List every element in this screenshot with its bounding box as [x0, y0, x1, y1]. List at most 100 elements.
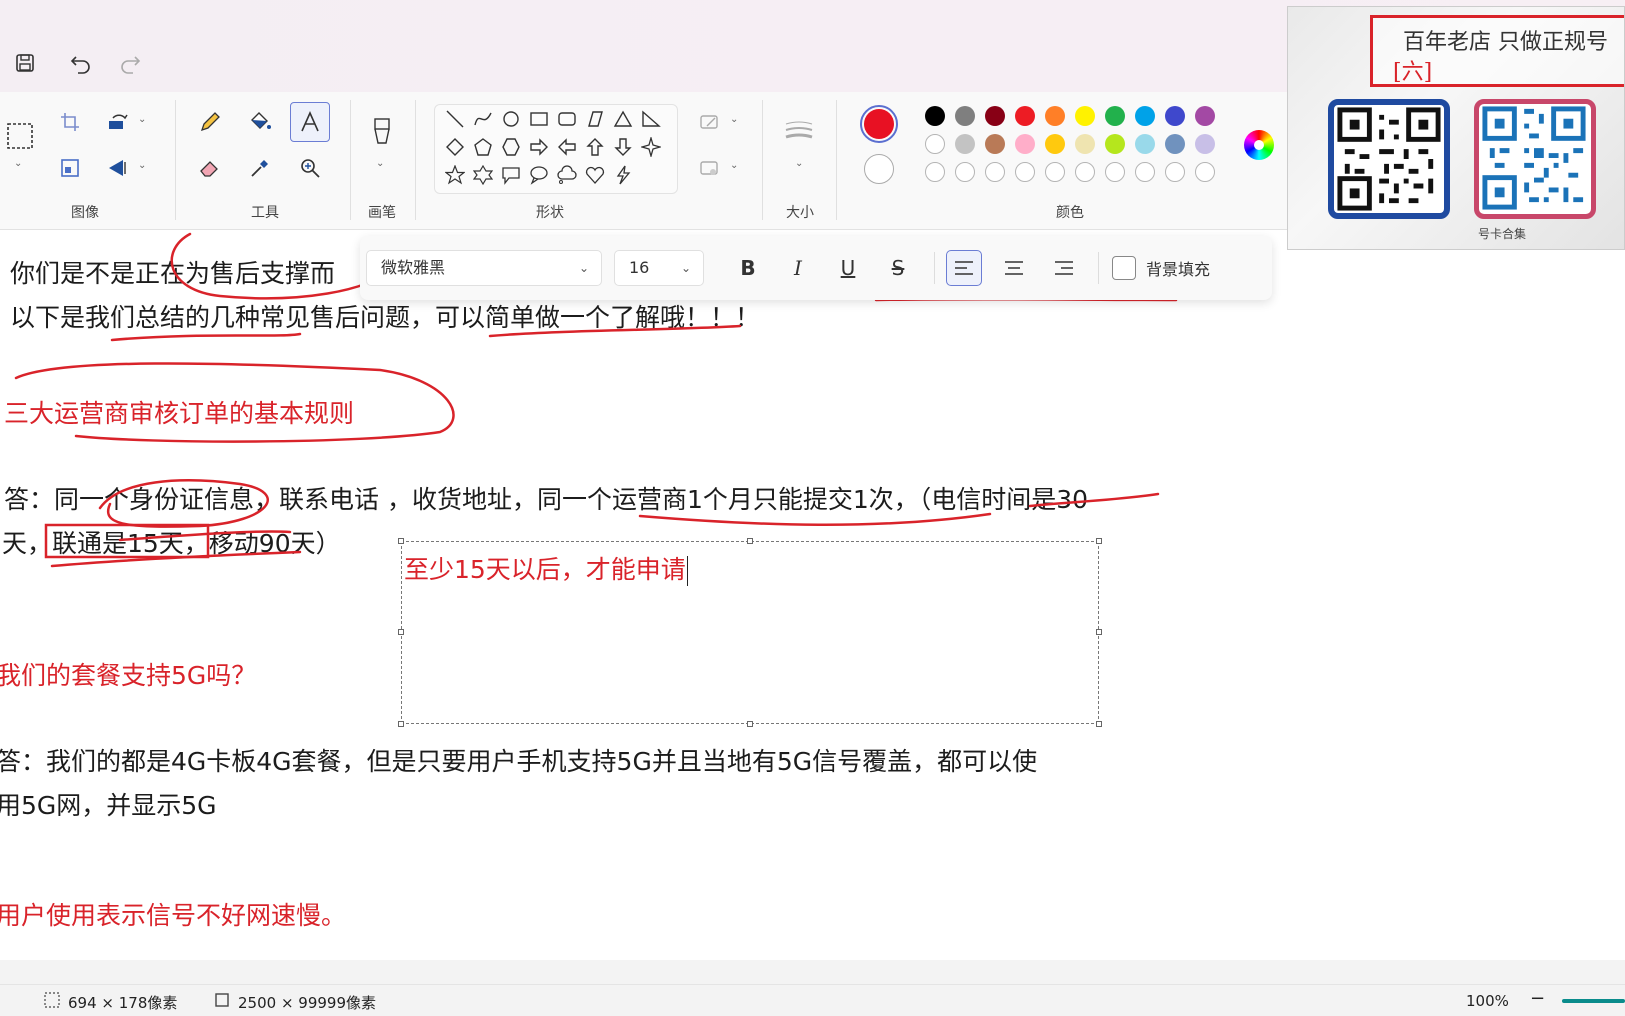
chevron-down-icon[interactable]: ⌄ — [730, 160, 738, 171]
bold-button[interactable]: B — [730, 250, 766, 286]
star5-shape-icon[interactable] — [443, 163, 467, 187]
rotate-icon[interactable] — [102, 106, 134, 138]
oval-shape-icon[interactable] — [499, 107, 523, 131]
color-swatch[interactable] — [925, 106, 945, 126]
custom-color-slot[interactable] — [985, 162, 1005, 182]
diamond-shape-icon[interactable] — [443, 135, 467, 159]
background-fill-checkbox[interactable] — [1112, 256, 1136, 280]
chevron-down-icon[interactable]: ⌄ — [14, 158, 22, 169]
resize-handle[interactable] — [398, 629, 404, 635]
custom-color-slot[interactable] — [1045, 162, 1065, 182]
font-family-dropdown[interactable]: 微软雅黑 ⌄ — [366, 250, 602, 286]
arrow-right-shape-icon[interactable] — [527, 135, 551, 159]
color-swatch[interactable] — [985, 134, 1005, 154]
flip-icon[interactable] — [102, 152, 134, 184]
pencil-icon[interactable] — [194, 106, 226, 138]
align-center-button[interactable] — [996, 250, 1032, 286]
callout-cloud-shape-icon[interactable] — [555, 163, 579, 187]
color-swatch[interactable] — [1075, 134, 1095, 154]
chevron-down-icon[interactable]: ⌄ — [730, 114, 738, 125]
star4-shape-icon[interactable] — [639, 135, 663, 159]
polygon-shape-icon[interactable] — [583, 107, 607, 131]
chevron-down-icon[interactable]: ⌄ — [138, 114, 146, 125]
rectangle-shape-icon[interactable] — [527, 107, 551, 131]
color-swatch[interactable] — [1135, 106, 1155, 126]
eraser-icon[interactable] — [194, 152, 226, 184]
custom-color-slot[interactable] — [955, 162, 975, 182]
color-swatch[interactable] — [1195, 134, 1215, 154]
chevron-down-icon[interactable]: ⌄ — [138, 160, 146, 171]
underline-button[interactable]: U — [830, 250, 866, 286]
custom-color-slot[interactable] — [1135, 162, 1155, 182]
custom-color-slot[interactable] — [925, 162, 945, 182]
line-width-icon[interactable] — [783, 116, 815, 148]
callout-rect-shape-icon[interactable] — [499, 163, 523, 187]
color-swatch[interactable] — [1075, 106, 1095, 126]
arrow-up-shape-icon[interactable] — [583, 135, 607, 159]
curve-shape-icon[interactable] — [471, 107, 495, 131]
zoom-slider[interactable] — [1562, 999, 1625, 1003]
drawing-canvas[interactable]: 你们是不是正在为售后支撑而 以下是我们总结的几种常见售后问题，可以简单做一个了解… — [0, 230, 1625, 960]
resize-handle[interactable] — [747, 721, 753, 727]
text-box-content[interactable]: 至少15天以后，才能申请 — [404, 550, 688, 586]
resize-icon[interactable] — [54, 152, 86, 184]
undo-icon[interactable] — [68, 50, 94, 76]
primary-color-button[interactable] — [860, 105, 898, 143]
color-swatch[interactable] — [1135, 134, 1155, 154]
hexagon-shape-icon[interactable] — [499, 135, 523, 159]
star6-shape-icon[interactable] — [471, 163, 495, 187]
select-icon[interactable] — [4, 120, 36, 152]
fill-bucket-icon[interactable] — [244, 106, 276, 138]
secondary-color-button[interactable] — [864, 154, 894, 184]
color-swatch[interactable] — [1165, 106, 1185, 126]
custom-color-slot[interactable] — [1165, 162, 1185, 182]
color-swatch[interactable] — [985, 106, 1005, 126]
color-swatch[interactable] — [1045, 134, 1065, 154]
edit-colors-icon[interactable] — [1244, 130, 1274, 160]
custom-color-slot[interactable] — [1075, 162, 1095, 182]
resize-handle[interactable] — [1096, 538, 1102, 544]
right-triangle-shape-icon[interactable] — [639, 107, 663, 131]
magnifier-icon[interactable] — [294, 152, 326, 184]
color-swatch[interactable] — [1165, 134, 1185, 154]
color-swatch[interactable] — [1195, 106, 1215, 126]
chevron-down-icon[interactable]: ⌄ — [795, 158, 803, 169]
custom-color-slot[interactable] — [1105, 162, 1125, 182]
text-tool-button[interactable] — [290, 102, 330, 142]
triangle-shape-icon[interactable] — [611, 107, 635, 131]
align-left-button[interactable] — [946, 250, 982, 286]
line-shape-icon[interactable] — [443, 107, 467, 131]
resize-handle[interactable] — [398, 538, 404, 544]
color-swatch[interactable] — [925, 134, 945, 154]
resize-handle[interactable] — [747, 538, 753, 544]
rounded-rectangle-shape-icon[interactable] — [555, 107, 579, 131]
color-swatch[interactable] — [1105, 134, 1125, 154]
pentagon-shape-icon[interactable] — [471, 135, 495, 159]
resize-handle[interactable] — [398, 721, 404, 727]
color-swatch[interactable] — [1105, 106, 1125, 126]
brush-icon[interactable] — [366, 116, 398, 148]
outline-icon[interactable] — [694, 106, 726, 138]
heart-shape-icon[interactable] — [583, 163, 607, 187]
color-swatch[interactable] — [1015, 106, 1035, 126]
resize-handle[interactable] — [1096, 721, 1102, 727]
chevron-down-icon[interactable]: ⌄ — [376, 158, 384, 169]
lightning-shape-icon[interactable] — [611, 163, 635, 187]
fill-icon[interactable] — [694, 152, 726, 184]
arrow-down-shape-icon[interactable] — [611, 135, 635, 159]
color-swatch[interactable] — [1045, 106, 1065, 126]
redo-icon[interactable] — [117, 50, 143, 76]
align-right-button[interactable] — [1046, 250, 1082, 286]
custom-color-slot[interactable] — [1015, 162, 1035, 182]
crop-icon[interactable] — [54, 106, 86, 138]
font-size-dropdown[interactable]: 16 ⌄ — [614, 250, 704, 286]
color-swatch[interactable] — [955, 134, 975, 154]
resize-handle[interactable] — [1096, 629, 1102, 635]
color-picker-icon[interactable] — [244, 152, 276, 184]
text-box[interactable]: 至少15天以后，才能申请 — [398, 538, 1102, 727]
italic-button[interactable]: I — [780, 250, 816, 286]
zoom-out-icon[interactable]: − — [1530, 988, 1545, 1009]
custom-color-slot[interactable] — [1195, 162, 1215, 182]
strikethrough-button[interactable]: S — [880, 250, 916, 286]
callout-oval-shape-icon[interactable] — [527, 163, 551, 187]
